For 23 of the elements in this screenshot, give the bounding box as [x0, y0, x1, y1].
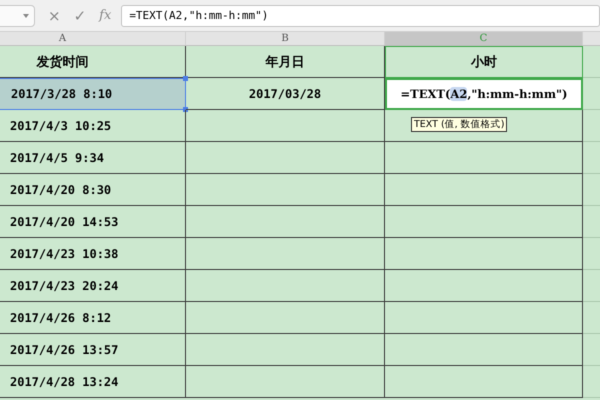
- tooltip: TEXT (值, 数值格式): [411, 117, 508, 132]
- column-header[interactable]: B: [186, 32, 385, 46]
- name-box[interactable]: [0, 4, 35, 26]
- header-cell: 年月日: [186, 46, 385, 78]
- column-header[interactable]: [583, 32, 600, 46]
- cancel-button[interactable]: ×: [48, 6, 61, 24]
- table-cell: 2017/4/5 9:34: [0, 142, 186, 174]
- table-cell: 2017/3/28 8:10: [0, 78, 186, 110]
- formula-field[interactable]: =TEXT(A2,"h:mm-h:mm"): [121, 4, 600, 26]
- table-cell: 2017/4/26 13:57: [0, 334, 186, 366]
- column-header[interactable]: A: [0, 32, 186, 46]
- table-cell: 2017/4/26 8:12: [0, 302, 186, 334]
- header-cell: 小时: [385, 46, 583, 78]
- table-cell[interactable]: =TEXT(A2,"h:mm-h:mm"): [385, 78, 583, 110]
- table-cell: 2017/4/20 8:30: [0, 174, 186, 206]
- table-cell: 2017/4/20 14:53: [0, 206, 186, 238]
- table-cell: 2017/4/23 10:38: [0, 238, 186, 270]
- table-cell: 2017/4/28 13:24: [0, 366, 186, 398]
- insert-function-button[interactable]: fx: [99, 6, 112, 24]
- table-cell: 2017/4/3 10:25: [0, 110, 186, 142]
- caret-icon: [23, 14, 29, 18]
- table-cell: 2017/4/23 20:24: [0, 270, 186, 302]
- confirm-button[interactable]: ✓: [74, 6, 86, 24]
